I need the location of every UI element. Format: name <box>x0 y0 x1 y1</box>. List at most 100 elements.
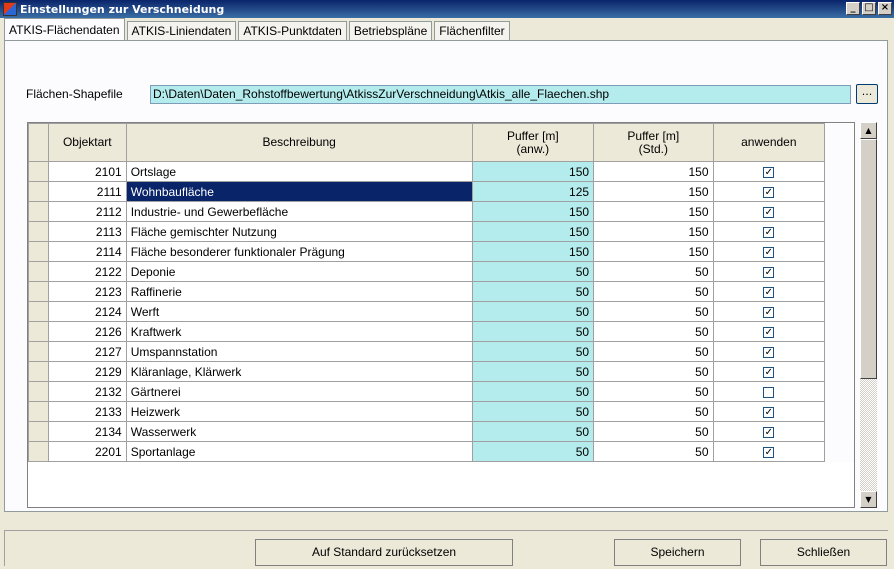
cell-anwenden[interactable]: ✓ <box>712 361 826 382</box>
checkbox-checked-icon[interactable]: ✓ <box>763 166 775 178</box>
cell-beschreibung[interactable]: Gärtnerei <box>125 381 473 402</box>
cell-beschreibung[interactable]: Raffinerie <box>125 281 473 302</box>
cell-puffer-anw[interactable]: 50 <box>471 441 595 462</box>
maximize-button[interactable]: □ <box>862 2 876 15</box>
cell-objektart[interactable]: 2134 <box>47 421 127 442</box>
cell-puffer-anw[interactable]: 50 <box>471 361 595 382</box>
tab-atkis-flaechendaten[interactable]: ATKIS-Flächendaten <box>4 18 125 40</box>
tab-flaechenfilter[interactable]: Flächenfilter <box>434 21 510 40</box>
cell-beschreibung[interactable]: Heizwerk <box>125 401 473 422</box>
cell-beschreibung[interactable]: Fläche besonderer funktionaler Prägung <box>125 241 473 262</box>
checkbox-checked-icon[interactable]: ✓ <box>763 306 775 318</box>
cell-objektart[interactable]: 2133 <box>47 401 127 422</box>
cell-objektart[interactable]: 2132 <box>47 381 127 402</box>
row-header[interactable] <box>28 201 49 222</box>
row-header[interactable] <box>28 281 49 302</box>
row-header[interactable] <box>28 181 49 202</box>
table-row[interactable]: 2133 Heizwerk 50 50 ✓ <box>28 401 854 422</box>
cell-puffer-std[interactable]: 150 <box>593 161 714 182</box>
save-button[interactable]: Speichern <box>614 539 741 566</box>
cell-puffer-anw[interactable]: 50 <box>471 321 595 342</box>
cell-puffer-std[interactable]: 150 <box>593 201 714 222</box>
checkbox-checked-icon[interactable]: ✓ <box>763 206 775 218</box>
cell-puffer-std[interactable]: 50 <box>593 301 714 322</box>
cell-puffer-std[interactable]: 150 <box>593 241 714 262</box>
table-row[interactable]: 2129 Kläranlage, Klärwerk 50 50 ✓ <box>28 361 854 382</box>
cell-puffer-std[interactable]: 50 <box>593 441 714 462</box>
cell-beschreibung[interactable]: Fläche gemischter Nutzung <box>125 221 473 242</box>
cell-beschreibung[interactable]: Ortslage <box>125 161 473 182</box>
cell-beschreibung[interactable]: Wohnbaufläche <box>125 181 473 202</box>
scroll-thumb[interactable] <box>860 139 877 379</box>
row-header[interactable] <box>28 241 49 262</box>
checkbox-checked-icon[interactable]: ✓ <box>763 346 775 358</box>
cell-puffer-anw[interactable]: 125 <box>471 181 595 202</box>
cell-puffer-std[interactable]: 50 <box>593 381 714 402</box>
cell-puffer-std[interactable]: 50 <box>593 281 714 302</box>
cell-anwenden[interactable]: ✓ <box>712 421 826 442</box>
cell-anwenden[interactable]: ✓ <box>712 161 826 182</box>
table-row[interactable]: 2201 Sportanlage 50 50 ✓ <box>28 441 854 462</box>
close-button[interactable]: Schließen <box>760 539 887 566</box>
cell-puffer-anw[interactable]: 150 <box>471 201 595 222</box>
table-row[interactable]: 2132 Gärtnerei 50 50 <box>28 381 854 402</box>
cell-puffer-std[interactable]: 150 <box>593 221 714 242</box>
cell-objektart[interactable]: 2112 <box>47 201 127 222</box>
cell-anwenden[interactable]: ✓ <box>712 341 826 362</box>
checkbox-checked-icon[interactable]: ✓ <box>763 426 775 438</box>
cell-objektart[interactable]: 2129 <box>47 361 127 382</box>
cell-puffer-std[interactable]: 50 <box>593 261 714 282</box>
cell-beschreibung[interactable]: Kläranlage, Klärwerk <box>125 361 473 382</box>
reset-to-default-button[interactable]: Auf Standard zurücksetzen <box>255 539 513 566</box>
table-row[interactable]: 2101 Ortslage 150 150 ✓ <box>28 161 854 182</box>
shapefile-path-input[interactable]: D:\Daten\Daten_Rohstoffbewertung\AtkissZ… <box>150 85 851 104</box>
cell-beschreibung[interactable]: Sportanlage <box>125 441 473 462</box>
table-row[interactable]: 2123 Raffinerie 50 50 ✓ <box>28 281 854 302</box>
cell-puffer-anw[interactable]: 50 <box>471 421 595 442</box>
cell-objektart[interactable]: 2126 <box>47 321 127 342</box>
checkbox-checked-icon[interactable]: ✓ <box>763 446 775 458</box>
row-header[interactable] <box>28 321 49 342</box>
cell-puffer-anw[interactable]: 150 <box>471 161 595 182</box>
cell-beschreibung[interactable]: Kraftwerk <box>125 321 473 342</box>
cell-puffer-std[interactable]: 50 <box>593 361 714 382</box>
cell-beschreibung[interactable]: Umspannstation <box>125 341 473 362</box>
cell-anwenden[interactable]: ✓ <box>712 441 826 462</box>
cell-objektart[interactable]: 2114 <box>47 241 127 262</box>
cell-objektart[interactable]: 2201 <box>47 441 127 462</box>
checkbox-checked-icon[interactable]: ✓ <box>763 366 775 378</box>
cell-objektart[interactable]: 2113 <box>47 221 127 242</box>
checkbox-checked-icon[interactable]: ✓ <box>763 186 775 198</box>
table-row[interactable]: 2134 Wasserwerk 50 50 ✓ <box>28 421 854 442</box>
table-row[interactable]: 2126 Kraftwerk 50 50 ✓ <box>28 321 854 342</box>
cell-beschreibung[interactable]: Deponie <box>125 261 473 282</box>
checkbox-checked-icon[interactable]: ✓ <box>763 226 775 238</box>
cell-objektart[interactable]: 2111 <box>47 181 127 202</box>
cell-puffer-anw[interactable]: 50 <box>471 261 595 282</box>
cell-puffer-anw[interactable]: 50 <box>471 401 595 422</box>
cell-objektart[interactable]: 2123 <box>47 281 127 302</box>
cell-puffer-std[interactable]: 50 <box>593 321 714 342</box>
cell-anwenden[interactable]: ✓ <box>712 321 826 342</box>
col-header-objektart[interactable]: Objektart <box>47 123 127 162</box>
row-header[interactable] <box>28 381 49 402</box>
col-header-puffer-anw[interactable]: Puffer [m] (anw.) <box>471 123 595 162</box>
row-header[interactable] <box>28 421 49 442</box>
scroll-up-arrow-icon[interactable]: ▲ <box>860 122 877 139</box>
row-header[interactable] <box>28 441 49 462</box>
checkbox-checked-icon[interactable]: ✓ <box>763 326 775 338</box>
cell-anwenden[interactable]: ✓ <box>712 281 826 302</box>
row-header[interactable] <box>28 401 49 422</box>
cell-puffer-std[interactable]: 50 <box>593 341 714 362</box>
row-header[interactable] <box>28 261 49 282</box>
row-header[interactable] <box>28 301 49 322</box>
cell-anwenden[interactable]: ✓ <box>712 221 826 242</box>
close-window-button[interactable]: × <box>878 2 892 15</box>
cell-anwenden[interactable]: ✓ <box>712 201 826 222</box>
cell-anwenden[interactable]: ✓ <box>712 261 826 282</box>
cell-puffer-anw[interactable]: 50 <box>471 341 595 362</box>
col-header-beschreibung[interactable]: Beschreibung <box>125 123 473 162</box>
cell-beschreibung[interactable]: Industrie- und Gewerbefläche <box>125 201 473 222</box>
scroll-down-arrow-icon[interactable]: ▼ <box>860 491 877 508</box>
cell-puffer-anw[interactable]: 50 <box>471 381 595 402</box>
